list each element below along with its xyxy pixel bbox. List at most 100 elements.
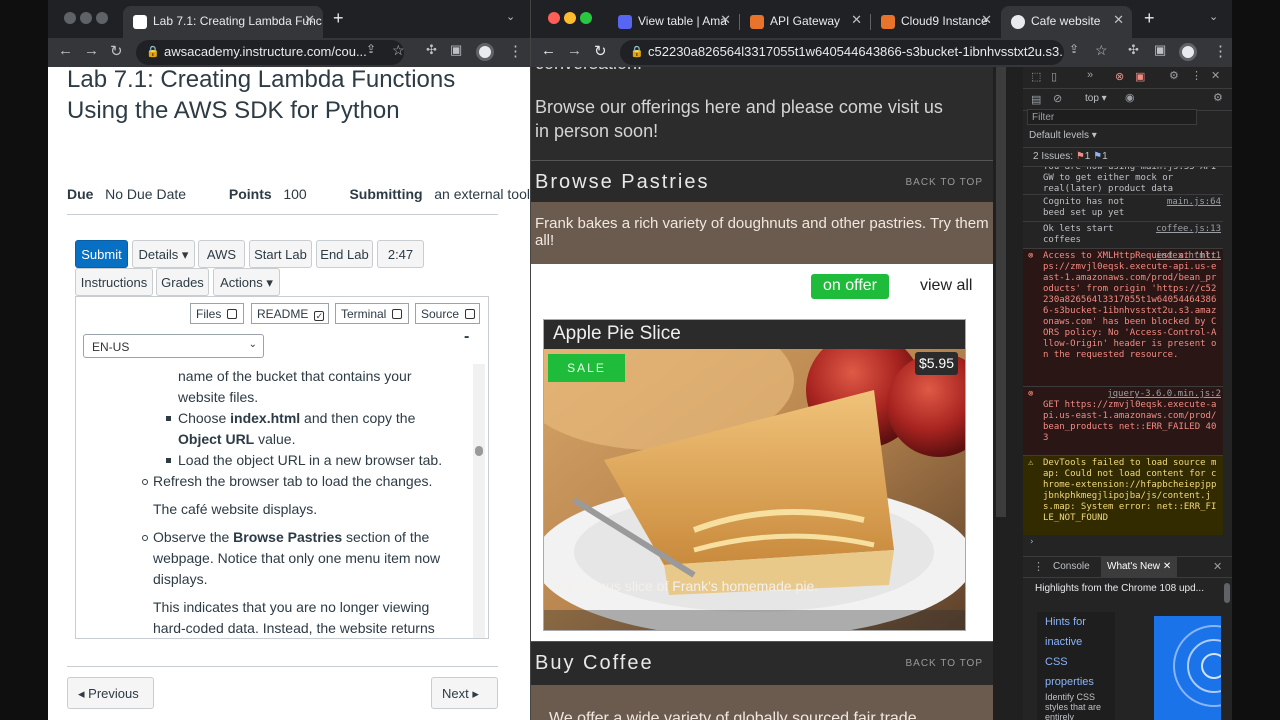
chevron-down-icon[interactable]: ⌄ — [506, 10, 515, 23]
tab-cloud9[interactable]: Cloud9 Instance ✕ — [871, 6, 1000, 38]
submit-button[interactable]: Submit — [75, 240, 128, 268]
language-select[interactable]: EN-US ⌄ — [83, 334, 264, 358]
forward-icon[interactable]: → — [84, 42, 99, 59]
tab-cafe-website[interactable]: Cafe website ✕ — [1001, 6, 1132, 38]
issues-bar[interactable]: 2 Issues: ⚑1 ⚑1 — [1023, 147, 1232, 167]
profile-avatar[interactable] — [476, 43, 494, 61]
bookmark-star-icon[interactable]: ☆ — [1095, 42, 1108, 59]
reload-icon[interactable]: ↻ — [594, 42, 607, 60]
caret-down-icon: ▾ — [181, 247, 189, 262]
drawer-scrollbar-thumb[interactable] — [1224, 583, 1230, 603]
reload-icon[interactable]: ↻ — [110, 42, 123, 60]
previous-button[interactable]: ◂ Previous — [67, 677, 154, 709]
device-toolbar-icon[interactable]: ▯ — [1051, 70, 1057, 83]
settings-gear-icon[interactable]: ⚙ — [1213, 91, 1223, 104]
readme-checkbox[interactable]: README ✓ — [251, 303, 329, 324]
tab-whats-new[interactable]: What's New ✕ — [1101, 557, 1178, 578]
source-checkbox[interactable]: Source — [415, 303, 480, 324]
log-source-link[interactable]: coffee.js:13 — [1156, 224, 1221, 235]
new-tab-icon[interactable]: + — [333, 8, 344, 29]
back-to-top-link[interactable]: BACK TO TOP — [905, 658, 983, 669]
instructions-button[interactable]: Instructions — [75, 268, 153, 296]
close-icon[interactable]: ✕ — [1113, 12, 1124, 28]
sidebar-icon[interactable]: ▣ — [1154, 42, 1166, 58]
address-bar[interactable]: 🔒 c52230a826564l3317055t1w640544643866-s… — [620, 40, 1064, 65]
tab-api-gateway[interactable]: API Gateway ✕ — [740, 6, 870, 38]
instructions-scrollbar[interactable] — [473, 364, 485, 638]
view-all-link[interactable]: view all — [920, 277, 972, 295]
details-button[interactable]: Details ▾ — [132, 240, 195, 268]
minimize-window-dot[interactable] — [564, 12, 576, 24]
tab-dynamodb[interactable]: View table | Ama ✕ — [608, 6, 739, 38]
context-select[interactable]: top ▾ — [1085, 93, 1107, 104]
address-bar[interactable]: 🔒 awsacademy.instructure.com/cou... — [136, 40, 404, 65]
more-tabs-icon[interactable]: » — [1087, 69, 1093, 81]
sidebar-toggle-icon[interactable]: ▤ — [1031, 93, 1041, 106]
back-icon[interactable]: ← — [58, 42, 73, 59]
eye-icon[interactable]: ◉ — [1125, 91, 1135, 104]
menu-dots-icon[interactable]: ⋮ — [1191, 69, 1202, 82]
grades-button[interactable]: Grades — [156, 268, 209, 296]
close-icon[interactable]: ✕ — [981, 12, 992, 28]
close-icon[interactable]: ✕ — [1211, 69, 1220, 82]
page-scrollbar[interactable] — [993, 67, 1023, 720]
tab-console[interactable]: Console — [1047, 557, 1096, 578]
left-tab-bar: Lab 7.1: Creating Lambda Func ✕ + ⌄ — [48, 0, 530, 38]
back-icon[interactable]: ← — [541, 42, 556, 59]
tab-lab[interactable]: Lab 7.1: Creating Lambda Func ✕ — [123, 6, 323, 38]
zoom-window-dot[interactable] — [96, 12, 108, 24]
pastries-section-header: Browse Pastries BACK TO TOP — [531, 160, 993, 202]
chevron-down-icon[interactable]: ⌄ — [1209, 10, 1218, 23]
actions-button[interactable]: Actions ▾ — [213, 268, 280, 296]
instruction-line: Choose index.html and then copy the — [178, 410, 416, 426]
warning-icon: ⚠ — [1028, 458, 1034, 468]
start-lab-button[interactable]: Start Lab — [249, 240, 312, 268]
close-window-dot[interactable] — [548, 12, 560, 24]
log-source-link[interactable]: jquery-3.6.0.min.js:2 — [1107, 389, 1221, 400]
bookmark-star-icon[interactable]: ☆ — [392, 42, 405, 59]
scrollbar-thumb[interactable] — [475, 446, 483, 456]
scrollbar-thumb[interactable] — [996, 67, 1006, 517]
share-icon[interactable]: ⇪ — [1069, 42, 1079, 56]
issue-badge-icon[interactable]: ▣ — [1135, 70, 1145, 83]
menu-dots-icon[interactable]: ⋮ — [508, 42, 523, 60]
close-window-dot[interactable] — [64, 12, 76, 24]
close-icon[interactable]: ✕ — [1163, 561, 1171, 572]
extensions-icon[interactable]: ✣ — [426, 42, 437, 58]
next-button[interactable]: Next ▸ — [431, 677, 498, 709]
whats-new-card[interactable]: Hints for inactive CSS properties Identi… — [1037, 612, 1115, 720]
forward-icon[interactable]: → — [567, 42, 582, 59]
files-checkbox[interactable]: Files — [190, 303, 244, 324]
settings-gear-icon[interactable]: ⚙ — [1169, 69, 1179, 82]
close-icon[interactable]: ✕ — [851, 12, 862, 28]
zoom-window-dot[interactable] — [580, 12, 592, 24]
console-prompt-icon[interactable]: › — [1029, 537, 1034, 548]
log-levels-dropdown[interactable]: Default levels ▾ — [1029, 130, 1097, 141]
sidebar-icon[interactable]: ▣ — [450, 42, 462, 58]
close-icon[interactable]: ✕ — [720, 12, 731, 28]
new-tab-icon[interactable]: + — [1144, 8, 1155, 29]
console-filter-input[interactable]: Filter — [1027, 109, 1197, 125]
tab-label: Lab 7.1: Creating Lambda Func — [153, 14, 322, 28]
back-to-top-link[interactable]: BACK TO TOP — [905, 177, 983, 188]
close-icon[interactable]: ✕ — [304, 12, 315, 28]
close-icon[interactable]: ✕ — [1213, 560, 1222, 573]
minimize-window-dot[interactable] — [80, 12, 92, 24]
extensions-icon[interactable]: ✣ — [1128, 42, 1139, 58]
checkbox-icon — [465, 309, 476, 319]
clear-console-icon[interactable]: ⊘ — [1053, 92, 1062, 105]
profile-avatar[interactable] — [1179, 43, 1197, 61]
inspect-element-icon[interactable]: ⬚ — [1031, 70, 1041, 83]
error-badge-icon[interactable]: ⊗ — [1115, 70, 1124, 83]
menu-dots-icon[interactable]: ⋮ — [1033, 560, 1044, 573]
aws-button[interactable]: AWS — [198, 240, 245, 268]
on-offer-filter-button[interactable]: on offer — [811, 274, 889, 299]
log-source-link[interactable]: main.js:64 — [1167, 197, 1221, 208]
tab-label: Cafe website — [1031, 14, 1101, 28]
menu-dots-icon[interactable]: ⋮ — [1213, 42, 1228, 60]
terminal-checkbox[interactable]: Terminal — [335, 303, 409, 324]
collapse-button[interactable]: - — [464, 328, 469, 346]
log-source-link[interactable]: index.html:1 — [1156, 251, 1221, 262]
end-lab-button[interactable]: End Lab — [316, 240, 373, 268]
share-icon[interactable]: ⇪ — [366, 42, 376, 56]
